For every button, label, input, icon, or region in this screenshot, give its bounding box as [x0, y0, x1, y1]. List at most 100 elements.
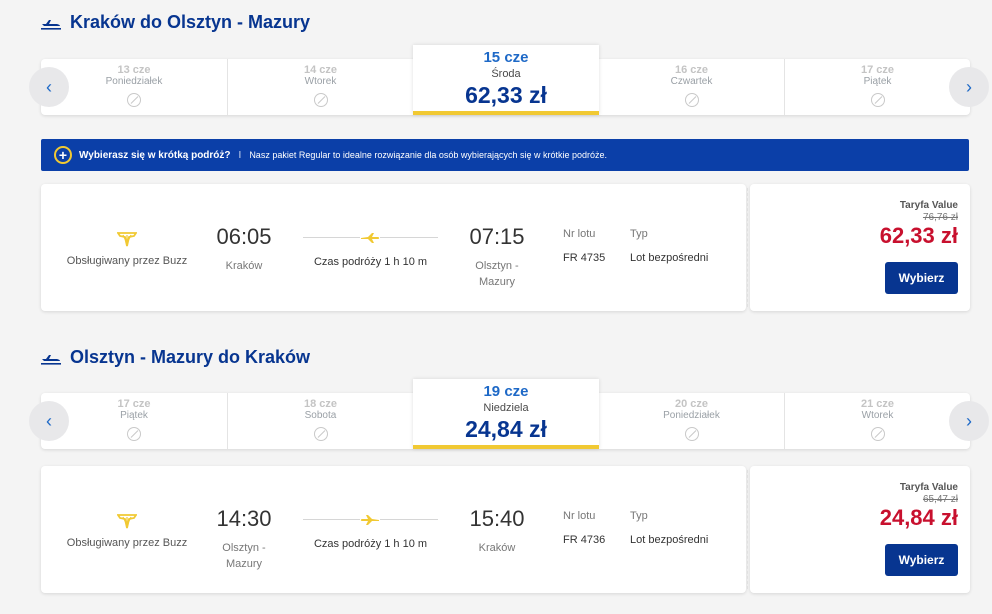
date-weekday: Poniedziałek — [663, 410, 720, 421]
no-flights-icon — [313, 93, 328, 107]
outbound-date-selector: 13 cze Poniedziałek 14 cze Wtorek 16 cze… — [29, 45, 989, 115]
flight-number: FR 4735 — [563, 252, 606, 264]
next-date-button[interactable]: › — [949, 401, 989, 441]
promo-separator: I — [238, 149, 242, 161]
no-flights-icon — [313, 427, 328, 441]
arrival-place-line1: Olsztyn - — [475, 260, 519, 272]
fare-name: Taryfa Value — [899, 482, 958, 493]
no-flights-icon — [127, 93, 141, 107]
arrival-place: Olsztyn - Mazury — [457, 258, 537, 290]
no-flights-icon — [870, 93, 885, 107]
select-inbound-button[interactable]: Wybierz — [885, 544, 958, 576]
plane-icon — [360, 232, 380, 244]
date-day: 17 cze — [117, 398, 151, 410]
flight-type-label: Typ — [630, 228, 648, 240]
date-weekday: Środa — [491, 68, 521, 80]
departure-place: Olsztyn - Mazury — [204, 540, 284, 572]
date-day: 21 cze — [860, 398, 895, 410]
fare-info: Taryfa Value 65,47 zł 24,84 zł — [880, 482, 958, 531]
no-flights-icon — [127, 427, 141, 441]
flight-type-label: Typ — [630, 510, 648, 522]
chevron-left-icon: ‹ — [46, 410, 52, 431]
date-day: 18 cze — [303, 398, 338, 410]
date-day: 14 cze — [303, 64, 338, 76]
fare-name: Taryfa Value — [899, 200, 958, 211]
date-price: 62,33 zł — [465, 82, 547, 108]
no-flights-icon — [870, 427, 885, 441]
date-weekday: Czwartek — [670, 76, 713, 87]
no-flights-icon — [684, 427, 699, 441]
prev-date-button[interactable]: ‹ — [29, 401, 69, 441]
chevron-right-icon: › — [966, 410, 972, 431]
date-cell-selected[interactable]: 15 cze Środa 62,33 zł — [413, 45, 599, 115]
operator-label: Obsługiwany przez Buzz — [66, 255, 188, 267]
arrival-place: Kraków — [478, 542, 516, 554]
promo-question: Wybierasz się w krótką podróż? — [79, 149, 231, 161]
flight-number: FR 4736 — [563, 534, 606, 546]
date-weekday: Piątek — [863, 76, 892, 87]
date-price: 24,84 zł — [465, 416, 547, 442]
flight-number-label: Nr lotu — [563, 228, 596, 240]
arrival-place-line2: Mazury — [478, 276, 516, 288]
flight-details — [41, 184, 746, 311]
date-day: 20 cze — [674, 398, 709, 410]
date-weekday: Wtorek — [304, 76, 337, 87]
old-price: 76,76 zł — [922, 212, 958, 223]
date-day: 15 cze — [483, 49, 529, 66]
date-cell[interactable]: 21 cze Wtorek — [784, 393, 970, 449]
arrival-time: 15:40 — [469, 506, 525, 531]
outbound-flight-card: Obsługiwany przez Buzz 06:05 Kraków Czas… — [41, 184, 970, 311]
arrival-time: 07:15 — [469, 224, 525, 249]
no-flights-icon — [684, 93, 699, 107]
old-price: 65,47 zł — [922, 494, 958, 505]
chevron-right-icon: › — [966, 76, 972, 97]
departure-time: 14:30 — [216, 506, 272, 531]
departure-place-line1: Olsztyn - — [222, 542, 266, 554]
outbound-title-text: Kraków do Olsztyn - Mazury — [70, 11, 311, 32]
flight-details — [41, 466, 746, 593]
departure-place: Kraków — [225, 260, 263, 272]
departure-time: 06:05 — [216, 224, 272, 249]
date-cell[interactable]: 16 cze Czwartek — [598, 59, 784, 115]
card-divider — [747, 470, 748, 589]
date-cell[interactable]: 18 cze Sobota — [227, 393, 413, 449]
flight-duration: Czas podróży 1 h 10 m — [313, 538, 428, 550]
next-date-button[interactable]: › — [949, 67, 989, 107]
date-cell[interactable]: 20 cze Poniedziałek — [598, 393, 784, 449]
chevron-left-icon: ‹ — [46, 76, 52, 97]
inbound-title-text: Olsztyn - Mazury do Kraków — [70, 346, 311, 367]
date-cell[interactable]: 14 cze Wtorek — [227, 59, 413, 115]
departure-place-line2: Mazury — [225, 558, 263, 570]
select-outbound-button[interactable]: Wybierz — [885, 262, 958, 294]
inbound-date-selector: 17 cze Piątek 18 cze Sobota 20 cze Ponie… — [29, 379, 989, 449]
date-weekday: Wtorek — [861, 410, 894, 421]
prev-date-button[interactable]: ‹ — [29, 67, 69, 107]
fare-price: 62,33 zł — [879, 223, 958, 248]
short-trip-promo-banner: + Wybierasz się w krótką podróż? I Nasz … — [41, 139, 969, 171]
date-weekday: Sobota — [304, 410, 337, 421]
date-cell-selected[interactable]: 19 cze Niedziela 24,84 zł — [413, 379, 599, 449]
plane-icon — [360, 514, 380, 526]
card-divider — [747, 188, 748, 307]
harp-logo-icon — [117, 514, 137, 529]
harp-logo-icon — [117, 232, 137, 247]
date-weekday: Niedziela — [483, 402, 529, 414]
plus-circle-icon: + — [54, 146, 72, 164]
fare-price: 24,84 zł — [879, 505, 958, 530]
inbound-flight-card: Obsługiwany przez Buzz 14:30 Olsztyn - M… — [41, 466, 970, 593]
date-day: 13 cze — [117, 64, 151, 76]
plane-takeoff-icon — [41, 20, 61, 30]
date-day: 17 cze — [860, 64, 895, 76]
date-cell[interactable]: 17 cze Piątek — [784, 59, 970, 115]
plane-takeoff-icon — [41, 355, 61, 365]
date-day: 19 cze — [483, 383, 529, 400]
flight-number-label: Nr lotu — [563, 510, 596, 522]
operator-label: Obsługiwany przez Buzz — [66, 537, 188, 549]
inbound-title: Olsztyn - Mazury do Kraków — [40, 344, 310, 370]
flight-duration: Czas podróży 1 h 10 m — [313, 256, 428, 268]
flight-type: Lot bezpośredni — [630, 252, 709, 264]
fare-info: Taryfa Value 76,76 zł 62,33 zł — [880, 200, 958, 249]
outbound-title: Kraków do Olsztyn - Mazury — [40, 9, 310, 35]
flight-type: Lot bezpośredni — [630, 534, 709, 546]
promo-message: Nasz pakiet Regular to idealne rozwiązan… — [249, 150, 607, 160]
